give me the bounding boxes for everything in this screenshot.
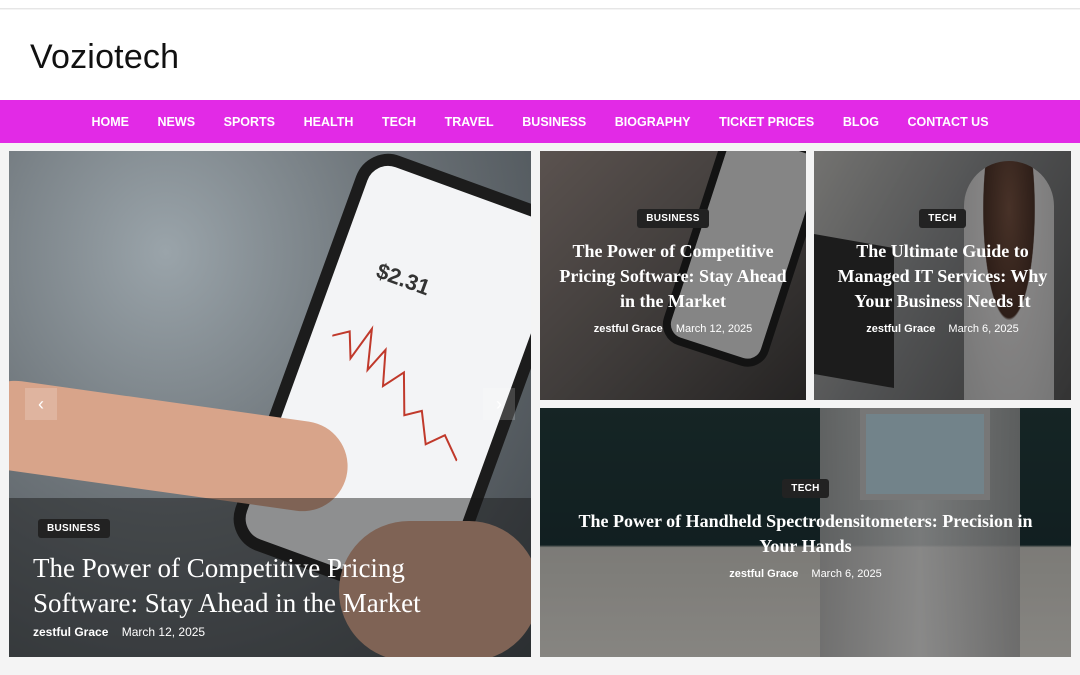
main-navigation: HOME NEWS SPORTS HEALTH TECH TRAVEL BUSI… xyxy=(0,100,1080,143)
nav-item-tech[interactable]: TECH xyxy=(382,115,416,129)
post-card[interactable]: TECH The Ultimate Guide to Managed IT Se… xyxy=(814,151,1071,400)
post-meta: zestful Grace March 6, 2025 xyxy=(540,568,1071,580)
chevron-left-icon: ‹ xyxy=(38,393,44,414)
post-meta: zestful Grace March 12, 2025 xyxy=(540,323,806,335)
nav-item-travel[interactable]: TRAVEL xyxy=(445,115,494,129)
featured-title[interactable]: The Power of Competitive Pricing Softwar… xyxy=(33,551,503,621)
featured-meta: zestful Grace March 12, 2025 xyxy=(33,625,205,639)
nav-item-ticket-prices[interactable]: TICKET PRICES xyxy=(719,115,814,129)
nav-item-blog[interactable]: BLOG xyxy=(843,115,879,129)
post-title[interactable]: The Ultimate Guide to Managed IT Service… xyxy=(814,239,1071,314)
category-badge[interactable]: TECH xyxy=(919,209,966,228)
nav-item-home[interactable]: HOME xyxy=(91,115,129,129)
nav-item-health[interactable]: HEALTH xyxy=(304,115,354,129)
post-title[interactable]: The Power of Competitive Pricing Softwar… xyxy=(540,239,806,314)
post-date: March 6, 2025 xyxy=(948,323,1019,335)
site-header: Voziotech xyxy=(0,10,1080,100)
nav-item-biography[interactable]: BIOGRAPHY xyxy=(615,115,691,129)
post-author[interactable]: zestful Grace xyxy=(33,625,108,639)
post-author[interactable]: zestful Grace xyxy=(594,323,663,335)
post-author[interactable]: zestful Grace xyxy=(729,568,798,580)
post-card[interactable]: BUSINESS The Power of Competitive Pricin… xyxy=(540,151,806,400)
post-caption: TECH The Ultimate Guide to Managed IT Se… xyxy=(814,208,1071,335)
post-title[interactable]: The Power of Handheld Spectrodensitomete… xyxy=(540,509,1071,559)
post-date: March 12, 2025 xyxy=(675,323,753,335)
featured-slider[interactable]: $2.31 ‹ › BUSINESS The Power of Competit… xyxy=(9,151,531,657)
post-meta: zestful Grace March 6, 2025 xyxy=(814,323,1071,335)
phone-price-text: $2.31 xyxy=(373,257,434,301)
top-border xyxy=(0,0,1080,9)
category-badge[interactable]: TECH xyxy=(782,479,829,498)
nav-item-business[interactable]: BUSINESS xyxy=(522,115,586,129)
category-badge[interactable]: BUSINESS xyxy=(38,519,110,538)
nav-item-contact-us[interactable]: CONTACT US xyxy=(908,115,989,129)
post-date: March 12, 2025 xyxy=(121,625,206,639)
post-date: March 6, 2025 xyxy=(811,568,882,580)
post-caption: BUSINESS The Power of Competitive Pricin… xyxy=(540,208,806,335)
post-caption: TECH The Power of Handheld Spectrodensit… xyxy=(540,478,1071,580)
site-title[interactable]: Voziotech xyxy=(30,38,179,77)
category-badge[interactable]: BUSINESS xyxy=(637,209,709,228)
post-card[interactable]: TECH The Power of Handheld Spectrodensit… xyxy=(540,408,1071,657)
nav-item-sports[interactable]: SPORTS xyxy=(224,115,275,129)
slider-prev-button[interactable]: ‹ xyxy=(25,388,57,420)
nav-item-news[interactable]: NEWS xyxy=(158,115,196,129)
post-author[interactable]: zestful Grace xyxy=(866,323,935,335)
slider-next-button[interactable]: › xyxy=(483,388,515,420)
chevron-right-icon: › xyxy=(496,393,502,414)
